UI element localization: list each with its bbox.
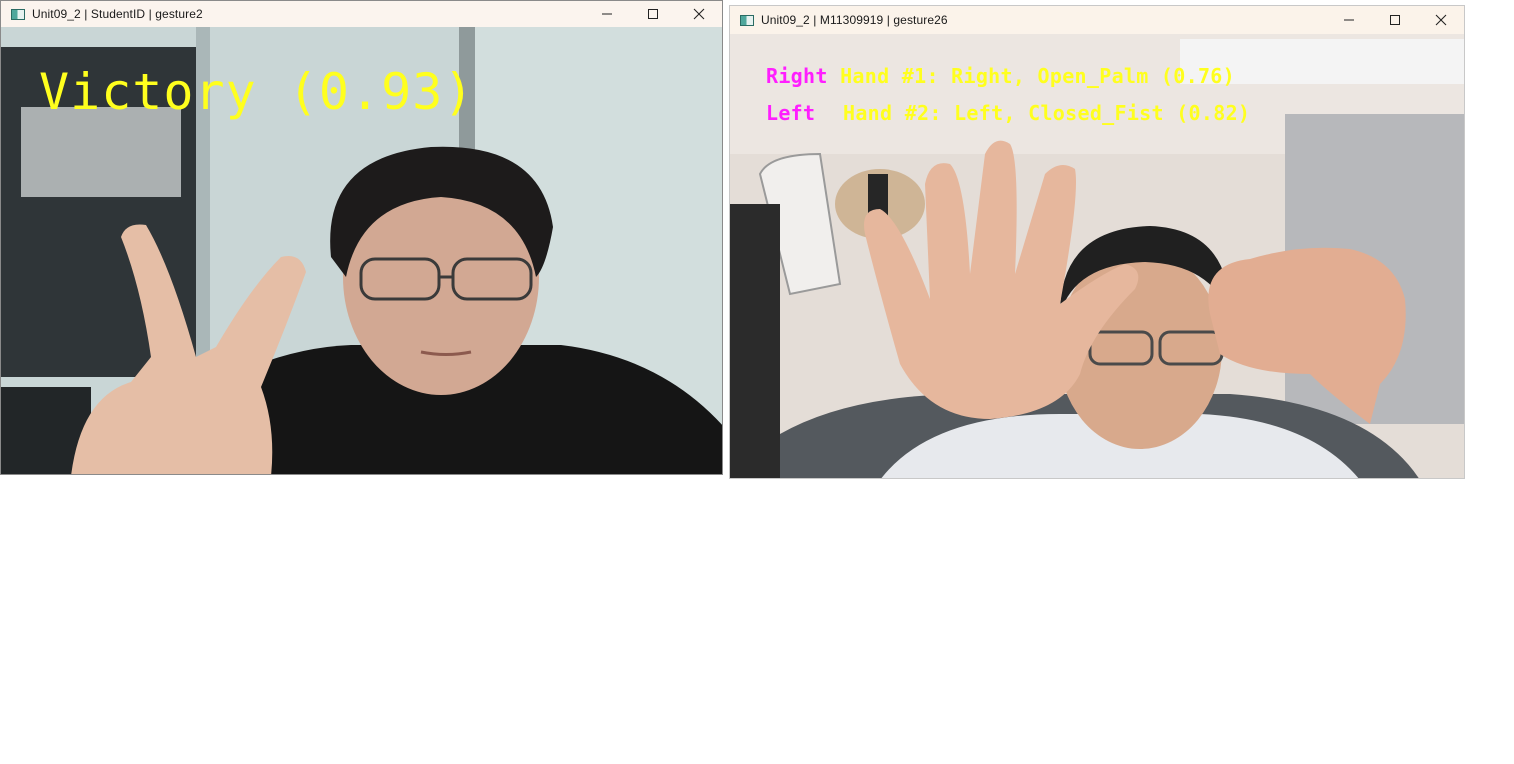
title-bar[interactable]: Unit09_2 | StudentID | gesture2 (1, 1, 722, 27)
hand-1-side-label: Right (766, 64, 828, 88)
maximize-icon (1390, 15, 1400, 25)
maximize-button[interactable] (630, 1, 676, 27)
title-bar[interactable]: Unit09_2 | M11309919 | gesture26 (730, 6, 1464, 34)
window-title: Unit09_2 | M11309919 | gesture26 (761, 13, 948, 27)
camera-feed: Victory (0.93) (1, 27, 722, 474)
camera-window-1: Unit09_2 | StudentID | gesture2 Victory … (0, 0, 723, 475)
minimize-icon (1344, 19, 1354, 21)
minimize-button[interactable] (584, 1, 630, 27)
app-window-icon (740, 14, 754, 26)
maximize-button[interactable] (1372, 6, 1418, 34)
gesture-result-label: Victory (0.93) (39, 63, 475, 121)
hand-2-description: Hand #2: Left, Closed_Fist (0.82) (843, 101, 1251, 125)
minimize-icon (602, 13, 612, 15)
window-title: Unit09_2 | StudentID | gesture2 (32, 7, 203, 21)
minimize-button[interactable] (1326, 6, 1372, 34)
close-button[interactable] (1418, 6, 1464, 34)
close-icon (1435, 14, 1447, 26)
hand-2-side-label: Left (766, 101, 816, 125)
close-icon (693, 8, 705, 20)
camera-window-2: Unit09_2 | M11309919 | gesture26 Right H… (729, 5, 1465, 479)
hand-1-description: Hand #1: Right, Open_Palm (0.76) (840, 64, 1235, 88)
hand-2-result: Left Hand #2: Left, Closed_Fist (0.82) (766, 101, 1250, 125)
camera-feed: Right Hand #1: Right, Open_Palm (0.76) L… (730, 34, 1464, 478)
hand-1-result: Right Hand #1: Right, Open_Palm (0.76) (766, 64, 1235, 88)
close-button[interactable] (676, 1, 722, 27)
app-window-icon (11, 8, 25, 20)
maximize-icon (648, 9, 658, 19)
